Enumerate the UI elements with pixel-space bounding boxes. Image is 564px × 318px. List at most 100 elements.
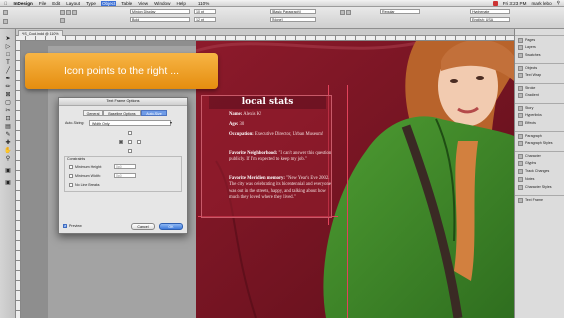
panel-hyperlinks-label: Hyperlinks: [525, 113, 542, 117]
align-center-icon[interactable]: [66, 10, 71, 15]
panel-layers[interactable]: Layers: [515, 43, 564, 51]
selection-tool-icon[interactable]: ➤: [3, 35, 13, 42]
pen-tool-icon[interactable]: ✒: [3, 75, 13, 82]
line-tool-icon[interactable]: ╱: [3, 67, 13, 74]
panel-paragraph-styles[interactable]: Paragraph Styles: [515, 139, 564, 147]
clock-label: Fri 3:23 PM: [502, 0, 527, 6]
age-label: Age:: [229, 122, 239, 127]
character-style-select[interactable]: [None]: [270, 17, 316, 22]
free-transform-tool-icon[interactable]: ⊡: [3, 115, 13, 122]
user-label[interactable]: mark lebo: [531, 1, 551, 6]
text-wrap-icon: [518, 72, 523, 78]
panel-swatches[interactable]: Swatches: [515, 51, 564, 59]
menu-table[interactable]: Table: [120, 1, 133, 6]
autosizing-select[interactable]: Width Only: [89, 120, 171, 126]
align-left-icon[interactable]: [60, 10, 65, 15]
preview-checkbox[interactable]: ✓: [63, 224, 67, 228]
panel-character-styles-label: Character Styles: [525, 185, 552, 189]
menu-window[interactable]: Window: [153, 1, 171, 6]
note-tool-icon[interactable]: ✎: [3, 131, 13, 138]
paragraph-mode-icon[interactable]: [3, 19, 8, 24]
panel-effects[interactable]: Effects: [515, 119, 564, 127]
reference-point-right[interactable]: [137, 140, 141, 144]
ok-button[interactable]: OK: [159, 223, 183, 230]
font-family-select[interactable]: Minion Display: [130, 9, 190, 14]
panel-glyphs[interactable]: Glyphs: [515, 159, 564, 167]
reference-point-top[interactable]: [128, 131, 132, 135]
tab-baseline-options[interactable]: Baseline Options: [103, 110, 141, 116]
justify-icon[interactable]: [60, 18, 65, 23]
rectangle-tool-icon[interactable]: ▢: [3, 99, 13, 106]
columns-icon[interactable]: [340, 10, 345, 15]
menu-file[interactable]: File: [38, 1, 47, 6]
notes-icon: [518, 176, 523, 182]
font-style-select[interactable]: Bold: [130, 17, 190, 22]
scissors-tool-icon[interactable]: ✂: [3, 107, 13, 114]
panel-paragraph-label: Paragraph: [525, 134, 542, 138]
min-height-input[interactable]: 0p0: [114, 164, 136, 169]
gradient-tool-icon[interactable]: ▤: [3, 123, 13, 130]
reference-point-center[interactable]: [128, 140, 132, 144]
menu-layout[interactable]: Layout: [65, 1, 81, 6]
cancel-button[interactable]: Cancel: [131, 223, 155, 230]
paragraph-style-select[interactable]: [Basic Paragraph]: [270, 9, 316, 14]
age-value: 30: [239, 122, 245, 127]
min-width-input[interactable]: 0p0: [114, 173, 136, 178]
panel-objects-label: Objects: [525, 66, 538, 70]
panel-notes[interactable]: Notes: [515, 175, 564, 183]
menu-app[interactable]: InDesign: [12, 1, 33, 6]
reference-point-bottom[interactable]: [128, 149, 132, 153]
layers-icon: [518, 44, 523, 50]
language-select[interactable]: English: USA: [470, 17, 510, 22]
apple-icon[interactable]: : [3, 1, 8, 6]
pencil-tool-icon[interactable]: ✏: [3, 83, 13, 90]
tab-general[interactable]: General: [83, 110, 103, 116]
menu-view[interactable]: View: [137, 1, 149, 6]
panel-track-changes-label: Track Changes: [525, 169, 550, 173]
menu-help[interactable]: Help: [175, 1, 186, 6]
panel-text-wrap[interactable]: Text Wrap: [515, 71, 564, 79]
page-tool-icon[interactable]: □: [3, 51, 13, 58]
chevron-down-icon[interactable]: ▾: [170, 120, 172, 125]
zoom-readout[interactable]: 110%: [197, 1, 210, 6]
local-stats-text-frame[interactable]: local stats Name: Alexis K! Age: 30 Occu…: [201, 95, 332, 218]
menu-edit[interactable]: Edit: [51, 1, 61, 6]
search-icon[interactable]: ⚲: [557, 0, 560, 6]
menu-type[interactable]: Type: [85, 1, 97, 6]
align-right-icon[interactable]: [72, 10, 77, 15]
panel-track-changes[interactable]: Track Changes: [515, 167, 564, 175]
reference-point-left-selected[interactable]: [119, 140, 123, 144]
panel-text-wrap-label: Text Wrap: [525, 73, 542, 77]
rectangle-frame-tool-icon[interactable]: ⊠: [3, 91, 13, 98]
panel-gradient[interactable]: Gradient: [515, 91, 564, 99]
paragraph-style-2-select[interactable]: Regular: [380, 9, 420, 14]
leading-input[interactable]: 12 pt: [194, 17, 216, 22]
tab-auto-size[interactable]: Auto-Size: [141, 110, 167, 116]
zoom-tool-icon[interactable]: ⚲: [3, 155, 13, 162]
text-frame-options-dialog: Text Frame Options General Baseline Opti…: [58, 97, 188, 234]
screen-mode-icon[interactable]: ▣: [3, 179, 13, 186]
direct-selection-tool-icon[interactable]: ▷: [3, 43, 13, 50]
menu-object[interactable]: Object: [100, 0, 117, 6]
min-height-label: Minimum Height:: [75, 165, 102, 169]
swatches-icon: [518, 52, 523, 58]
bullets-icon[interactable]: [346, 10, 351, 15]
no-line-breaks-checkbox[interactable]: [69, 183, 73, 187]
min-width-checkbox[interactable]: [69, 174, 73, 178]
eyedropper-tool-icon[interactable]: ✚: [3, 139, 13, 146]
panel-hyperlinks[interactable]: Hyperlinks: [515, 111, 564, 119]
document-tab-bar: [16, 29, 514, 36]
min-height-checkbox[interactable]: [69, 165, 73, 169]
panel-character-styles[interactable]: Character Styles: [515, 183, 564, 191]
neighborhood-line: Favorite Neighborhood: "I can't answer t…: [229, 151, 337, 164]
panel-paragraph-styles-label: Paragraph Styles: [525, 141, 553, 145]
font-size-input[interactable]: 10 pt: [194, 9, 216, 14]
panel-text-frame[interactable]: Text Frame: [515, 195, 564, 204]
character-mode-icon[interactable]: [3, 10, 8, 15]
hand-tool-icon[interactable]: ✋: [3, 147, 13, 154]
hyphenate-checkbox[interactable]: Hyphenate: [470, 9, 510, 14]
pages-icon: [518, 37, 523, 43]
type-tool-icon[interactable]: T: [3, 59, 13, 66]
fill-stroke-icon[interactable]: ▣: [3, 167, 13, 174]
occupation-value: Executive Director, Urban Museum!: [254, 132, 324, 137]
